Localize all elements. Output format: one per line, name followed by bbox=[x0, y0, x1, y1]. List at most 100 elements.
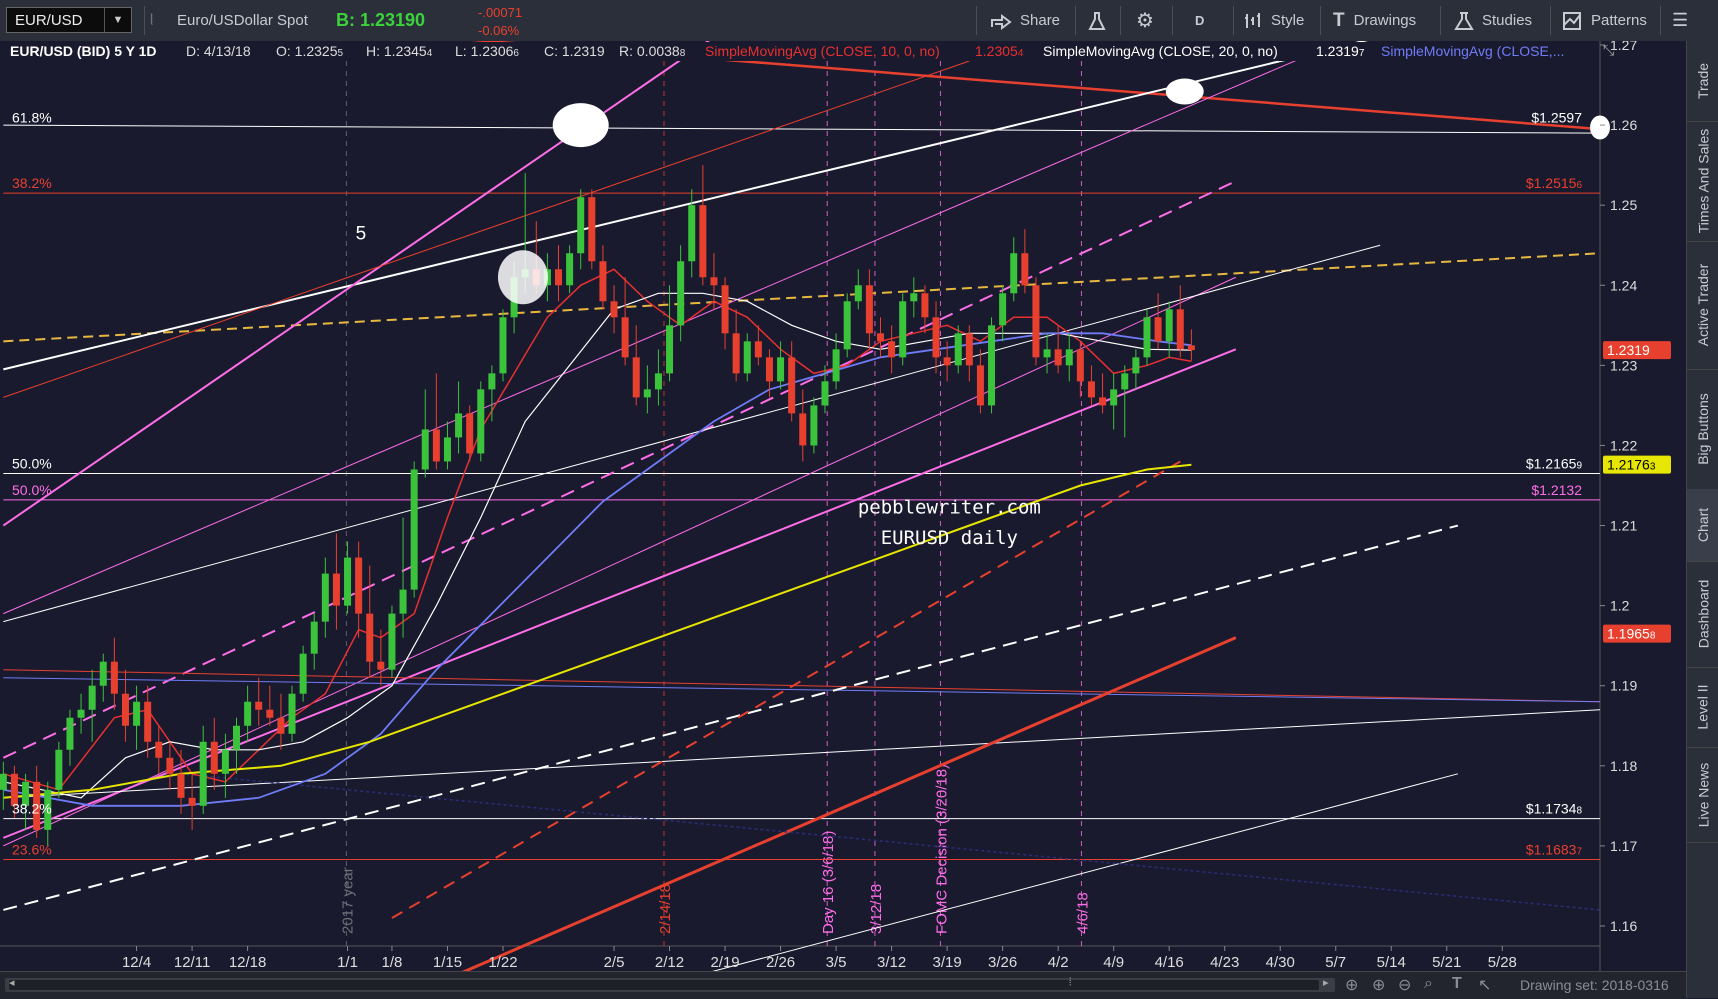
bottom-toolbar: ◂ ⦙ ▸ ⊕ ⊕ ⊖ ⌕ T ↖ Drawing set: 2018-0316 bbox=[0, 971, 1686, 999]
candle-body bbox=[121, 693, 129, 726]
zoom-in-icon[interactable]: ⊕ bbox=[1372, 975, 1385, 995]
tab-chart[interactable]: Chart bbox=[1687, 489, 1718, 562]
candle-body bbox=[821, 381, 829, 406]
candle-body bbox=[466, 413, 474, 454]
price-tag-value: 1.2176 bbox=[1607, 457, 1650, 473]
y-tick-label: 1.21 bbox=[1610, 518, 1637, 534]
candle-body bbox=[566, 253, 574, 286]
flask-button[interactable] bbox=[1087, 0, 1107, 41]
candle-body bbox=[499, 317, 507, 374]
tab-label: Times And Sales bbox=[1695, 128, 1711, 234]
candle-body bbox=[899, 301, 907, 358]
fib-price-value: $1.2132 bbox=[1531, 482, 1582, 498]
tab-trade[interactable]: Trade bbox=[1687, 41, 1718, 122]
period-button[interactable]: D bbox=[1195, 0, 1204, 41]
fib-percent-label: 23.6% bbox=[12, 842, 52, 858]
legend-open-sub: 5 bbox=[338, 48, 344, 59]
collapse-icon[interactable]: ⤡ bbox=[1603, 42, 1614, 58]
candle-body bbox=[1032, 285, 1040, 358]
tab-active-trader[interactable]: Active Trader bbox=[1687, 241, 1718, 370]
legend-sma10: SimpleMovingAvg (CLOSE, 10, 0, no) bbox=[705, 43, 940, 59]
candle-body bbox=[432, 429, 440, 462]
fib-price-label: $1.17348 bbox=[1526, 801, 1583, 817]
pan-icon[interactable]: ⊕ bbox=[1345, 975, 1358, 995]
zoom-out-icon[interactable]: ⊖ bbox=[1398, 975, 1411, 995]
tab-label: Active Trader bbox=[1695, 263, 1712, 347]
candle-body bbox=[610, 301, 618, 318]
patterns-icon bbox=[1563, 11, 1581, 30]
legend-open: O: 1.2325 bbox=[276, 43, 338, 59]
scroll-grip-icon[interactable]: ⦙ bbox=[1069, 976, 1071, 989]
drawing-set-label: Drawing set: 2018-0316 bbox=[1520, 977, 1669, 993]
candle-body bbox=[654, 373, 662, 390]
candle-body bbox=[377, 661, 385, 670]
last-price-tag-value: 1.2319 bbox=[1607, 342, 1650, 358]
fib-price-sub: 8 bbox=[1576, 806, 1582, 817]
price-tag-sub: 8 bbox=[1650, 631, 1656, 642]
fib-price-value: $1.1683 bbox=[1526, 842, 1577, 858]
chart-area[interactable]: 2017 year 2/14/18 Day 16 (3/6/18) 3/12/18 FO… bbox=[0, 35, 1686, 976]
candle-body bbox=[332, 573, 340, 606]
candle-body bbox=[777, 357, 785, 382]
candle-body bbox=[244, 701, 252, 726]
candle-body bbox=[177, 773, 185, 798]
event-label: 4/6/18 bbox=[1074, 892, 1091, 934]
drawings-button[interactable]: T Drawings bbox=[1333, 0, 1416, 41]
candle-body bbox=[765, 357, 773, 382]
style-label: Style bbox=[1271, 12, 1305, 29]
horizontal-scrollbar[interactable]: ◂ ⦙ ▸ bbox=[5, 976, 1335, 992]
y-tick-label: 1.24 bbox=[1610, 277, 1637, 293]
highlight-marker bbox=[497, 250, 548, 305]
settings-button[interactable]: ⚙ bbox=[1136, 0, 1154, 41]
event-label: Day 16 (3/6/18) bbox=[820, 831, 837, 934]
candle-body bbox=[188, 797, 196, 806]
candle-body bbox=[299, 653, 307, 694]
x-tick-label: 3/12 bbox=[877, 954, 906, 971]
link-icon[interactable]: ⦚ bbox=[150, 0, 153, 41]
tab-level-ii[interactable]: Level II bbox=[1687, 667, 1718, 748]
tab-big-buttons[interactable]: Big Buttons bbox=[1687, 369, 1718, 490]
bid-price: B: 1.23190 bbox=[336, 10, 426, 30]
candle-body bbox=[976, 365, 984, 406]
share-icon bbox=[991, 13, 1012, 30]
candle-body bbox=[355, 557, 363, 614]
toolbar-divider bbox=[1660, 6, 1661, 35]
legend-sma3: SimpleMovingAvg (CLOSE,... bbox=[1381, 43, 1564, 59]
studies-button[interactable]: Studies bbox=[1453, 0, 1532, 41]
tab-dashboard[interactable]: Dashboard bbox=[1687, 561, 1718, 668]
magnifier-icon[interactable]: ⌕ bbox=[1424, 975, 1433, 993]
candle-body bbox=[1176, 309, 1184, 350]
candle-body bbox=[1143, 317, 1151, 358]
scrollbar-thumb[interactable] bbox=[9, 980, 1319, 990]
fib-percent-label: 50.0% bbox=[12, 482, 52, 498]
patterns-button[interactable]: Patterns bbox=[1562, 0, 1647, 41]
price-tag-text: 1.21763 bbox=[1607, 457, 1656, 473]
candle-body bbox=[932, 317, 940, 358]
menu-button[interactable]: ☰ bbox=[1672, 0, 1688, 41]
x-tick-label: 1/1 bbox=[337, 954, 358, 971]
symbol-dropdown-icon[interactable]: ▼ bbox=[104, 8, 131, 32]
share-button[interactable]: Share bbox=[990, 0, 1060, 41]
candle-body bbox=[943, 357, 951, 366]
price-axis-background bbox=[1600, 41, 1686, 971]
tab-live-news[interactable]: Live News bbox=[1687, 747, 1718, 843]
scroll-right-icon[interactable]: ▸ bbox=[1323, 976, 1329, 989]
text-icon[interactable]: T bbox=[1452, 975, 1462, 993]
candle-body bbox=[477, 389, 485, 454]
x-tick-label: 5/7 bbox=[1325, 954, 1346, 971]
scroll-left-icon[interactable]: ◂ bbox=[9, 976, 15, 989]
x-tick-label: 3/19 bbox=[933, 954, 962, 971]
candle-body bbox=[732, 333, 740, 374]
legend-sma10-sub: 4 bbox=[1018, 48, 1024, 59]
candle-body bbox=[1121, 373, 1129, 390]
highlight-marker bbox=[1165, 78, 1204, 105]
cursor-icon[interactable]: ↖ bbox=[1478, 975, 1491, 995]
style-button[interactable]: Style bbox=[1243, 0, 1304, 41]
x-tick-label: 5/28 bbox=[1488, 954, 1517, 971]
share-label: Share bbox=[1020, 12, 1061, 29]
candle-body bbox=[999, 293, 1007, 326]
price-chart[interactable]: 2017 year 2/14/18 Day 16 (3/6/18) 3/12/18 FO… bbox=[0, 35, 1686, 976]
fib-price-label: $1.2597 bbox=[1531, 109, 1582, 125]
price-tag-sub: 3 bbox=[1650, 462, 1656, 473]
tab-times-and-sales[interactable]: Times And Sales bbox=[1687, 121, 1718, 242]
